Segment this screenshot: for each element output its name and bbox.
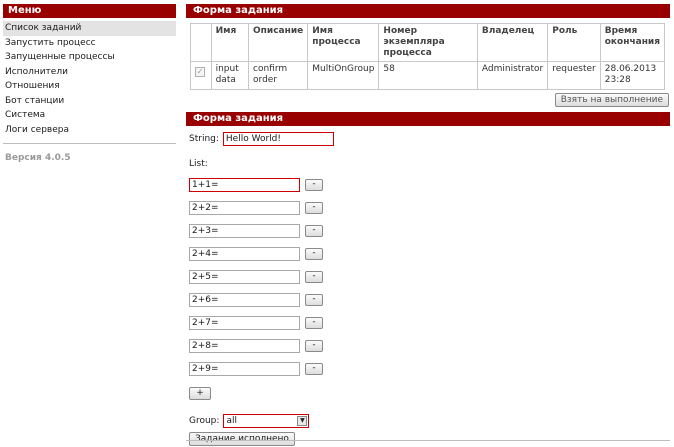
menu-item-station-bot[interactable]: Бот станции <box>3 94 176 109</box>
group-select[interactable]: all ▼ <box>223 413 310 428</box>
list-item: 2+4= - <box>189 247 670 270</box>
list-item: 2+5= - <box>189 270 670 293</box>
list-item-input[interactable]: 2+7= <box>189 316 300 330</box>
list-item-input[interactable]: 2+3= <box>189 224 300 238</box>
take-button-container: Взять на выполнение <box>186 93 670 107</box>
cell-end-time: 28.06.2013 23:28 <box>599 61 666 90</box>
list-item-input[interactable]: 1+1= <box>189 178 300 192</box>
remove-item-button[interactable]: - <box>305 317 323 329</box>
add-item-button[interactable]: + <box>189 387 211 400</box>
menu-item-system[interactable]: Система <box>3 108 176 123</box>
cell-owner: Administrator <box>476 61 549 90</box>
menu-item-start-process[interactable]: Запустить процесс <box>3 36 176 51</box>
cell-description: confirm order <box>248 61 309 90</box>
menu-item-running-processes[interactable]: Запущенные процессы <box>3 50 176 65</box>
column-header-role[interactable]: Роль <box>547 23 601 62</box>
cell-instance: 58 <box>378 61 478 90</box>
group-row: Group: all ▼ <box>189 413 670 428</box>
list-item: 2+6= - <box>189 293 670 316</box>
column-header-end-time[interactable]: Время окончания <box>599 23 666 62</box>
triangle-down-icon[interactable]: ▼ <box>297 415 308 426</box>
checkmark-icon[interactable]: ✓ <box>195 67 205 77</box>
list-item: 2+7= - <box>189 316 670 339</box>
menu-list: Список заданий Запустить процесс Запущен… <box>3 21 176 137</box>
remove-item-button[interactable]: - <box>305 271 323 283</box>
remove-item-button[interactable]: - <box>305 363 323 375</box>
remove-item-button[interactable]: - <box>305 202 323 214</box>
main-content: Форма задания Имя Описание Имя процесса … <box>186 4 670 446</box>
remove-item-button[interactable]: - <box>305 340 323 352</box>
list-item-input[interactable]: 2+9= <box>189 362 300 376</box>
task-table: Имя Описание Имя процесса Номер экземпля… <box>190 23 666 90</box>
list-item: 2+9= - <box>189 362 670 385</box>
submit-container: Задание исполнено <box>189 432 670 446</box>
version-label: Версия 4.0.5 <box>5 153 71 163</box>
list-item-input[interactable]: 2+6= <box>189 293 300 307</box>
menu-item-relations[interactable]: Отношения <box>3 79 176 94</box>
take-task-button[interactable]: Взять на выполнение <box>554 93 669 107</box>
list-item: 2+2= - <box>189 201 670 224</box>
task-section-header: Форма задания <box>186 4 670 18</box>
form-section-header: Форма задания <box>186 112 670 126</box>
column-header-instance[interactable]: Номер экземпляра процесса <box>378 23 478 62</box>
list-item: 2+3= - <box>189 224 670 247</box>
sidebar-divider <box>3 143 176 144</box>
list-item-input[interactable]: 2+4= <box>189 247 300 261</box>
menu-item-executors[interactable]: Исполнители <box>3 65 176 80</box>
list-item: 1+1= - <box>189 178 670 201</box>
column-header-process-name[interactable]: Имя процесса <box>307 23 380 62</box>
column-header-owner[interactable]: Владелец <box>476 23 549 62</box>
column-header-name[interactable]: Имя <box>210 23 250 62</box>
remove-item-button[interactable]: - <box>305 225 323 237</box>
cell-name[interactable]: input data <box>210 61 250 90</box>
menu-item-task-list[interactable]: Список заданий <box>3 21 176 36</box>
cell-process: MultiOnGroup <box>307 61 380 90</box>
bottom-divider <box>186 440 670 441</box>
menu-header: Меню <box>3 4 176 18</box>
remove-item-button[interactable]: - <box>305 179 323 191</box>
list-label: List: <box>189 159 208 169</box>
column-header-description[interactable]: Описание <box>248 23 309 62</box>
remove-item-button[interactable]: - <box>305 294 323 306</box>
list-item-input[interactable]: 2+2= <box>189 201 300 215</box>
string-label: String: <box>189 133 219 144</box>
group-label: Group: <box>189 415 220 426</box>
list-item: 2+8= - <box>189 339 670 362</box>
task-form: String: Hello World! List: 1+1= - 2+2= -… <box>186 131 670 446</box>
remove-item-button[interactable]: - <box>305 248 323 260</box>
task-done-button[interactable]: Задание исполнено <box>189 432 295 446</box>
string-row: String: Hello World! <box>189 131 670 146</box>
cell-role: requester <box>547 61 601 90</box>
group-select-value: all <box>226 415 237 426</box>
string-input[interactable]: Hello World! <box>222 131 334 146</box>
select-column-header <box>190 23 212 62</box>
list-item-input[interactable]: 2+8= <box>189 339 300 353</box>
table-row[interactable]: ✓ input data confirm order MultiOnGroup … <box>190 61 666 90</box>
list-item-input[interactable]: 2+5= <box>189 270 300 284</box>
menu-item-server-logs[interactable]: Логи сервера <box>3 123 176 138</box>
sidebar: Меню Список заданий Запустить процесс За… <box>3 4 176 163</box>
list-rows: 1+1= - 2+2= - 2+3= - 2+4= - 2+5= - 2+6= … <box>189 178 670 385</box>
task-table-header-row: Имя Описание Имя процесса Номер экземпля… <box>190 23 666 62</box>
row-select-cell: ✓ <box>190 61 212 90</box>
